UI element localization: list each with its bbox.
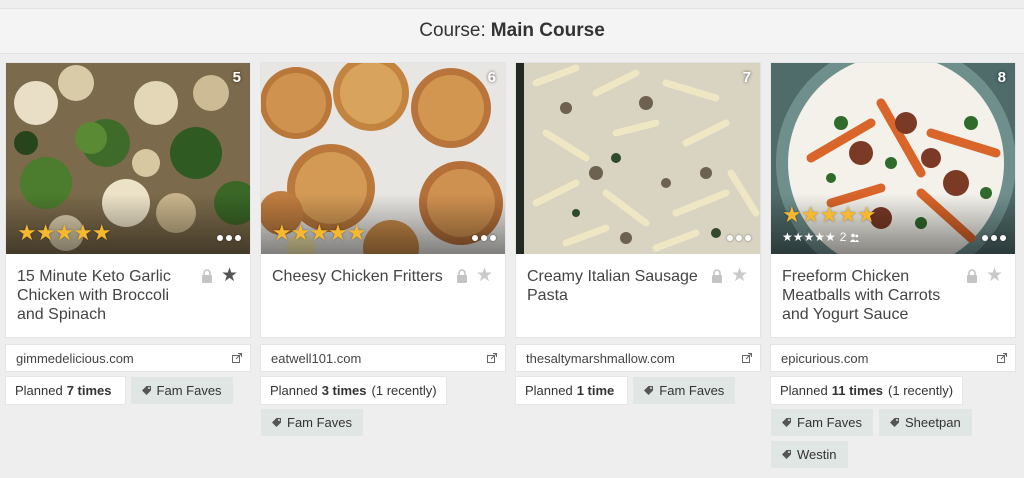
external-link-icon[interactable] <box>487 353 497 363</box>
planned-count: Planned 11 times (1 recently) <box>771 377 963 404</box>
star-icon[interactable]: ★ <box>476 266 493 285</box>
star-icon[interactable]: ★ <box>986 266 1003 285</box>
tag-label: Fam Faves <box>797 415 863 430</box>
tag-icon <box>141 386 151 395</box>
recipe-title-row: Creamy Italian Sausage Pasta ★ <box>516 254 760 337</box>
rating-stars[interactable]: ★★★★★ <box>272 222 367 244</box>
course-value: Main Course <box>490 20 605 41</box>
recipe-photo-image <box>516 63 760 254</box>
tag-chip[interactable]: Westin <box>771 441 848 468</box>
external-link-icon[interactable] <box>232 353 242 363</box>
recipe-column: 7 Creamy Italian Sausage Pasta ★ thesalt… <box>516 63 760 404</box>
source-link[interactable]: eatwell101.com <box>261 345 505 371</box>
recipe-column: 5 ★★★★★ 15 Minute Keto Garlic Chicken wi… <box>6 63 250 404</box>
recipe-photo[interactable]: 5 ★★★★★ <box>6 63 250 254</box>
recipe-index: 7 <box>742 69 751 86</box>
source-domain[interactable]: epicurious.com <box>781 351 868 366</box>
recipe-index: 8 <box>997 69 1006 86</box>
source-link[interactable]: thesaltymarshmallow.com <box>516 345 760 371</box>
tag-label: Fam Faves <box>287 415 353 430</box>
external-link-icon[interactable] <box>742 353 752 363</box>
tag-chip[interactable]: Fam Faves <box>261 409 364 436</box>
tag-label: Fam Faves <box>659 383 725 398</box>
planned-prefix: Planned <box>270 383 318 398</box>
recipe-photo[interactable]: 7 <box>516 63 760 254</box>
recipe-title-row: Cheesy Chicken Fritters ★ <box>261 254 505 337</box>
tag-chip[interactable]: Fam Faves <box>130 377 233 404</box>
rating-stars[interactable]: ★★★★★ <box>782 204 877 226</box>
recipe-title[interactable]: 15 Minute Keto Garlic Chicken with Brocc… <box>17 267 197 324</box>
course-label: Course: <box>419 20 486 41</box>
tag-chip[interactable]: Fam Faves <box>633 377 736 404</box>
tag-icon <box>272 418 281 427</box>
source-link[interactable]: epicurious.com <box>771 345 1015 371</box>
source-domain[interactable]: eatwell101.com <box>271 351 361 366</box>
planned-count: Planned 7 times <box>6 377 125 404</box>
people-icon <box>850 233 860 242</box>
recipe-photo[interactable]: 6 ★★★★★ <box>261 63 505 254</box>
lock-icon[interactable] <box>456 269 468 283</box>
source-link[interactable]: gimmedelicious.com <box>6 345 250 371</box>
recipe-title-row: 15 Minute Keto Garlic Chicken with Brocc… <box>6 254 250 337</box>
external-link-icon[interactable] <box>997 353 1007 363</box>
recipe-title[interactable]: Creamy Italian Sausage Pasta <box>527 267 707 305</box>
tag-icon <box>782 450 791 459</box>
source-domain[interactable]: gimmedelicious.com <box>16 351 134 366</box>
recipe-photo[interactable]: 8 ★★★★★ ★★★★★ 2 <box>771 63 1015 254</box>
planned-prefix: Planned <box>780 383 828 398</box>
community-rating: ★★★★★ 2 <box>782 230 860 244</box>
recipe-card[interactable]: 8 ★★★★★ ★★★★★ 2 Freeform Chicken Meatbal… <box>771 63 1015 337</box>
recipe-title[interactable]: Freeform Chicken Meatballs with Carrots … <box>782 267 962 324</box>
planned-prefix: Planned <box>525 383 573 398</box>
community-stars: ★★★★★ <box>782 230 836 244</box>
rating-stars[interactable]: ★★★★★ <box>17 222 112 244</box>
more-dots-icon[interactable] <box>217 235 241 241</box>
planned-times: 7 times <box>66 383 112 398</box>
planned-times: 11 times <box>831 383 884 398</box>
recipe-card[interactable]: 5 ★★★★★ 15 Minute Keto Garlic Chicken wi… <box>6 63 250 337</box>
lock-icon[interactable] <box>711 269 723 283</box>
recipe-column: 8 ★★★★★ ★★★★★ 2 Freeform Chicken Meatbal… <box>771 63 1015 468</box>
planned-recent: (1 recently) <box>371 383 437 398</box>
recipe-title[interactable]: Cheesy Chicken Fritters <box>272 267 452 286</box>
recipe-index: 5 <box>232 69 241 86</box>
source-domain[interactable]: thesaltymarshmallow.com <box>526 351 675 366</box>
planned-recent: (1 recently) <box>888 383 954 398</box>
tag-icon <box>890 418 900 427</box>
planned-times: 1 time <box>576 383 615 398</box>
planned-prefix: Planned <box>15 383 63 398</box>
tag-chip[interactable]: Sheetpan <box>879 409 972 436</box>
planned-times: 3 times <box>321 383 367 398</box>
star-icon[interactable]: ★ <box>731 266 748 285</box>
recipe-title-row: Freeform Chicken Meatballs with Carrots … <box>771 254 1015 337</box>
more-dots-icon[interactable] <box>727 235 751 241</box>
star-icon[interactable]: ★ <box>221 266 238 285</box>
tag-chip[interactable]: Fam Faves <box>771 409 874 436</box>
more-dots-icon[interactable] <box>472 235 496 241</box>
planned-count: Planned 1 time <box>516 377 628 404</box>
recipe-index: 6 <box>487 69 496 86</box>
tag-label: Fam Faves <box>156 383 222 398</box>
more-dots-icon[interactable] <box>982 235 1006 241</box>
tag-label: Westin <box>797 447 837 462</box>
tag-icon <box>644 386 654 395</box>
lock-icon[interactable] <box>201 269 213 283</box>
tag-icon <box>782 418 791 427</box>
tag-label: Sheetpan <box>905 415 961 430</box>
course-header: Course: Main Course <box>0 8 1024 54</box>
recipe-column: 6 ★★★★★ Cheesy Chicken Fritters ★ eatwel… <box>261 63 505 436</box>
community-count: 2 <box>839 230 847 244</box>
lock-icon[interactable] <box>966 269 978 283</box>
recipe-card[interactable]: 7 Creamy Italian Sausage Pasta ★ <box>516 63 760 337</box>
planned-count: Planned 3 times (1 recently) <box>261 377 446 404</box>
recipe-card[interactable]: 6 ★★★★★ Cheesy Chicken Fritters ★ <box>261 63 505 337</box>
